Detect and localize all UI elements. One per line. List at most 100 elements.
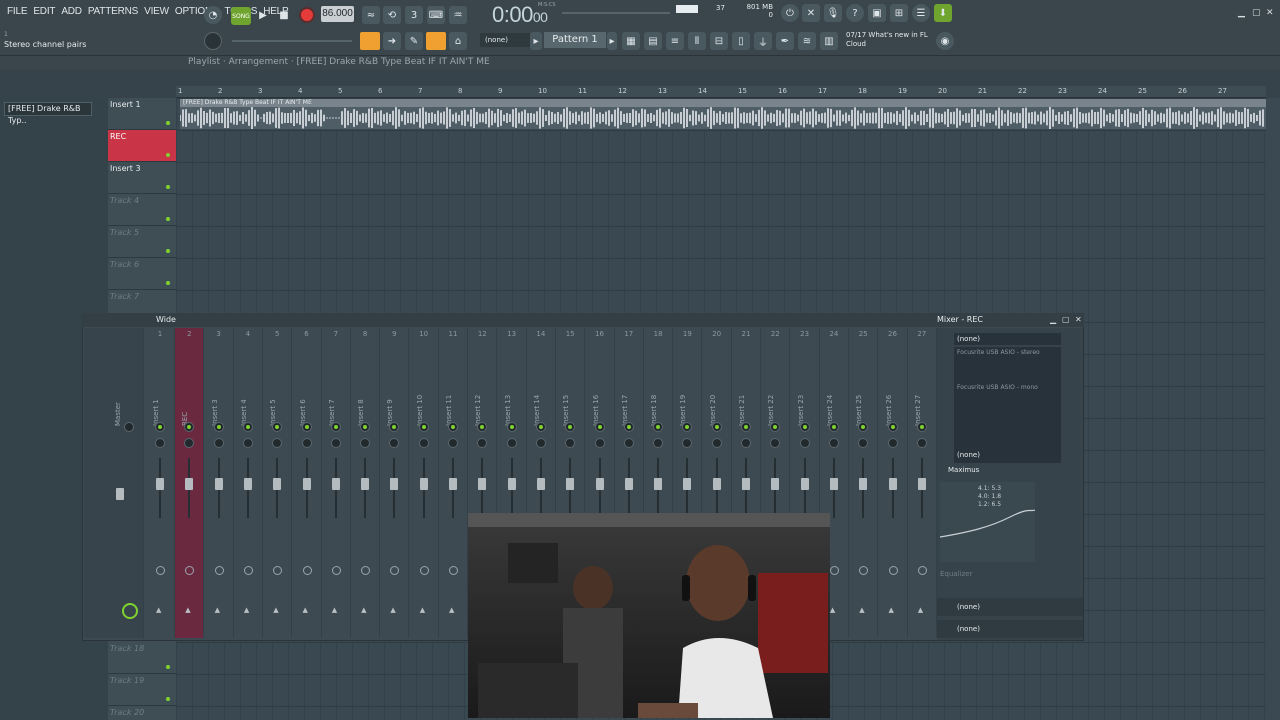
volume-fader[interactable] xyxy=(859,478,868,490)
mixer-strip[interactable]: 6 Insert 6 ▲ xyxy=(293,328,322,638)
song-mode-toggle[interactable]: SONG xyxy=(231,7,251,25)
record-arm-icon[interactable] xyxy=(331,566,341,575)
stereo-knob[interactable] xyxy=(653,438,664,448)
typing-keyboard-icon[interactable]: ⌨ xyxy=(427,6,445,24)
help-icon[interactable]: ? xyxy=(846,4,864,22)
volume-fader[interactable] xyxy=(888,478,897,490)
mute-led[interactable] xyxy=(538,425,543,429)
stereo-knob[interactable] xyxy=(916,438,927,448)
volume-fader[interactable] xyxy=(478,478,487,490)
volume-fader[interactable] xyxy=(566,478,575,490)
mixer-strip[interactable]: 25 Insert 25 ▲ xyxy=(849,328,879,638)
mute-led[interactable] xyxy=(245,425,250,429)
menu-item-patterns[interactable]: PATTERNS xyxy=(85,6,141,17)
record-arm-icon[interactable] xyxy=(888,566,898,575)
stereo-knob[interactable] xyxy=(741,438,751,448)
volume-fader[interactable] xyxy=(536,478,545,490)
snap-icon[interactable]: ≈ xyxy=(362,6,380,24)
menu-item-file[interactable]: FILE xyxy=(4,6,30,17)
menu-item-edit[interactable]: EDIT xyxy=(30,6,58,17)
volume-fader[interactable] xyxy=(214,478,223,490)
mixer-slot-plugin[interactable]: Maximus xyxy=(948,466,979,474)
mixer-output-none[interactable]: (none) xyxy=(937,620,1083,638)
stereo-knob[interactable] xyxy=(506,438,517,448)
mixer-close-icon[interactable]: ✕ xyxy=(1075,315,1082,324)
mixer-strip[interactable]: 1 Insert 1 ▲ xyxy=(146,328,175,638)
volume-fader[interactable] xyxy=(243,478,252,490)
playlist-breadcrumb[interactable]: Playlist · Arrangement · [FREE] Drake R&… xyxy=(188,57,490,67)
pattern-prev-icon[interactable]: ▸ xyxy=(530,32,542,50)
track-mute-led[interactable] xyxy=(166,249,170,253)
volume-fader[interactable] xyxy=(595,478,604,490)
send-arrow-icon[interactable]: ▲ xyxy=(390,606,395,614)
mixer-strip[interactable]: 10 Insert 10 ▲ xyxy=(410,328,439,638)
mixer-input-list[interactable]: Focusrite USB ASIO - stereo Focusrite USB… xyxy=(954,347,1061,463)
stereo-knob[interactable] xyxy=(565,438,576,448)
volume-fader[interactable] xyxy=(654,478,663,490)
record-arm-icon[interactable] xyxy=(449,566,458,575)
stamp-icon[interactable]: ⌂ xyxy=(449,32,467,50)
record-arm-icon[interactable] xyxy=(273,566,283,575)
track-mute-led[interactable] xyxy=(166,281,170,285)
send-arrow-icon[interactable]: ▲ xyxy=(918,606,923,614)
blend-notes-icon[interactable]: ♒ xyxy=(449,6,467,24)
mixer-strip[interactable]: 8 Insert 8 ▲ xyxy=(351,328,381,638)
pan-knob[interactable] xyxy=(124,422,134,432)
timeline-ruler[interactable]: 1 2 3 4 5 6 7 8 9 10 11 12 13 14 15 16 17 18 19 20 21 22 23 24 2… xyxy=(176,86,1266,98)
mixer-strip[interactable]: 2 REC ▲ xyxy=(175,328,205,638)
mic-icon[interactable]: 🎙 xyxy=(824,4,842,22)
stereo-knob[interactable] xyxy=(242,438,253,448)
stereo-knob[interactable] xyxy=(184,438,195,448)
minimize-icon[interactable]: ▁ xyxy=(1238,8,1245,18)
file-icon[interactable]: ▯ xyxy=(732,32,750,50)
stereo-knob[interactable] xyxy=(623,438,634,448)
volume-fader[interactable] xyxy=(712,478,721,490)
tempo-display[interactable]: 86.000 xyxy=(321,6,354,22)
loop-record-icon[interactable]: ⟲ xyxy=(383,6,401,24)
maximize-icon[interactable]: ▢ xyxy=(1252,8,1261,18)
mixer-slot-none[interactable]: (none) xyxy=(957,451,980,459)
track-header[interactable]: Track 20 xyxy=(108,706,176,720)
mixer-input-selector[interactable]: (none) xyxy=(954,333,1061,345)
plugin-icon[interactable]: ⊞ xyxy=(890,4,908,22)
mixer-strip[interactable]: 5 Insert 5 ▲ xyxy=(263,328,293,638)
mute-led[interactable] xyxy=(802,425,807,429)
download-icon[interactable]: ⬇ xyxy=(934,4,952,22)
mute-led[interactable] xyxy=(216,425,221,429)
send-arrow-icon[interactable]: ▲ xyxy=(185,606,190,614)
send-arrow-icon[interactable]: ▲ xyxy=(859,606,864,614)
mixer-strip[interactable]: 11 Insert 11 ▲ xyxy=(439,328,468,638)
playlist-icon[interactable] xyxy=(360,32,380,50)
master-pitch-knob[interactable] xyxy=(204,32,222,50)
stereo-knob[interactable] xyxy=(448,438,458,448)
stereo-knob[interactable] xyxy=(858,438,869,448)
volume-fader[interactable] xyxy=(273,478,282,490)
browser-icon[interactable]: ⊟ xyxy=(710,32,728,50)
mute-led[interactable] xyxy=(509,425,514,429)
stereo-knob[interactable] xyxy=(272,438,283,448)
stereo-knob[interactable] xyxy=(594,438,605,448)
snap-selector[interactable]: (none) xyxy=(480,33,530,47)
volume-fader[interactable] xyxy=(390,478,399,490)
volume-fader[interactable] xyxy=(419,478,428,490)
volume-fader[interactable] xyxy=(683,478,692,490)
send-arrow-icon[interactable]: ▲ xyxy=(273,606,278,614)
chat-icon[interactable]: ☰ xyxy=(912,4,930,22)
stereo-knob[interactable] xyxy=(535,438,546,448)
mute-led[interactable] xyxy=(597,425,602,429)
track-header[interactable]: Track 18 xyxy=(108,642,176,674)
menu-item-view[interactable]: VIEW xyxy=(141,6,172,17)
send-arrow-icon[interactable]: ▲ xyxy=(420,606,425,614)
master-pitch-slider[interactable] xyxy=(232,40,352,42)
mute-led[interactable] xyxy=(831,425,836,429)
record-arm-icon[interactable] xyxy=(859,566,869,575)
cart-icon[interactable]: ▥ xyxy=(820,32,838,50)
track-mute-led[interactable] xyxy=(166,665,170,669)
volume-fader[interactable] xyxy=(156,478,164,490)
track-header[interactable]: Track 19 xyxy=(108,674,176,706)
mixer-strip-master[interactable]: Master xyxy=(84,328,144,638)
mixer-strip[interactable]: 4 Insert 4 ▲ xyxy=(234,328,263,638)
pattern-add-icon[interactable]: ▸ xyxy=(607,32,617,50)
mixer-minimize-icon[interactable]: ▁ xyxy=(1050,315,1056,324)
send-arrow-icon[interactable]: ▲ xyxy=(303,606,308,614)
